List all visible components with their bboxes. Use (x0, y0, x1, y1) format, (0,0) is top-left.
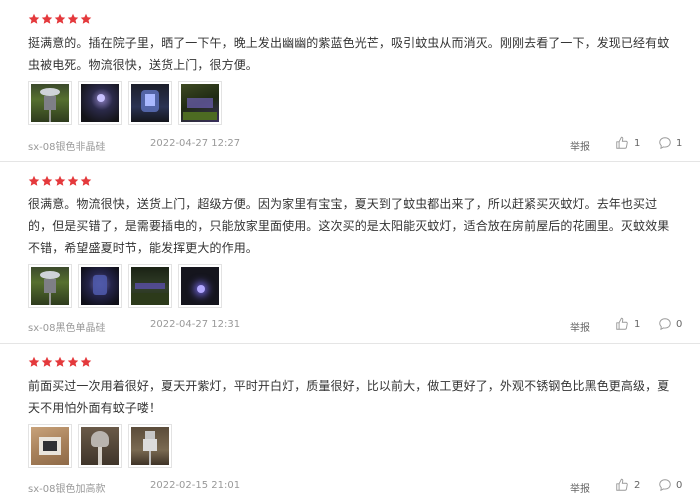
star-icon (54, 356, 66, 368)
like-count: 2 (634, 479, 641, 491)
review-3: 前面买过一次用着很好，夏天开紫灯，平时开白灯，质量很好，比以前大，做工更好了，外… (0, 0, 700, 501)
like-button[interactable]: 2 (615, 478, 640, 492)
review-date: 2022-02-15 21:01 (150, 480, 241, 491)
comment-bubble-icon (658, 478, 672, 492)
review-meta: sx-08银色加高款 2022-02-15 21:01 举报 2 0 (28, 478, 682, 496)
review-photos (28, 424, 172, 468)
star-icon (80, 356, 92, 368)
rating-stars (28, 356, 92, 368)
review-text: 前面买过一次用着很好，夏天开紫灯，平时开白灯，质量很好，比以前大，做工更好了，外… (28, 379, 670, 415)
review-photo[interactable] (78, 424, 122, 468)
star-icon (28, 356, 40, 368)
thumbs-up-icon (615, 478, 629, 492)
product-variant: sx-08银色加高款 (28, 484, 106, 495)
report-button[interactable]: 举报 (570, 480, 590, 495)
comment-count: 0 (676, 479, 683, 491)
comment-button[interactable]: 0 (658, 478, 682, 492)
star-icon (41, 356, 53, 368)
star-icon (67, 356, 79, 368)
review-photo[interactable] (128, 424, 172, 468)
review-photo[interactable] (28, 424, 72, 468)
